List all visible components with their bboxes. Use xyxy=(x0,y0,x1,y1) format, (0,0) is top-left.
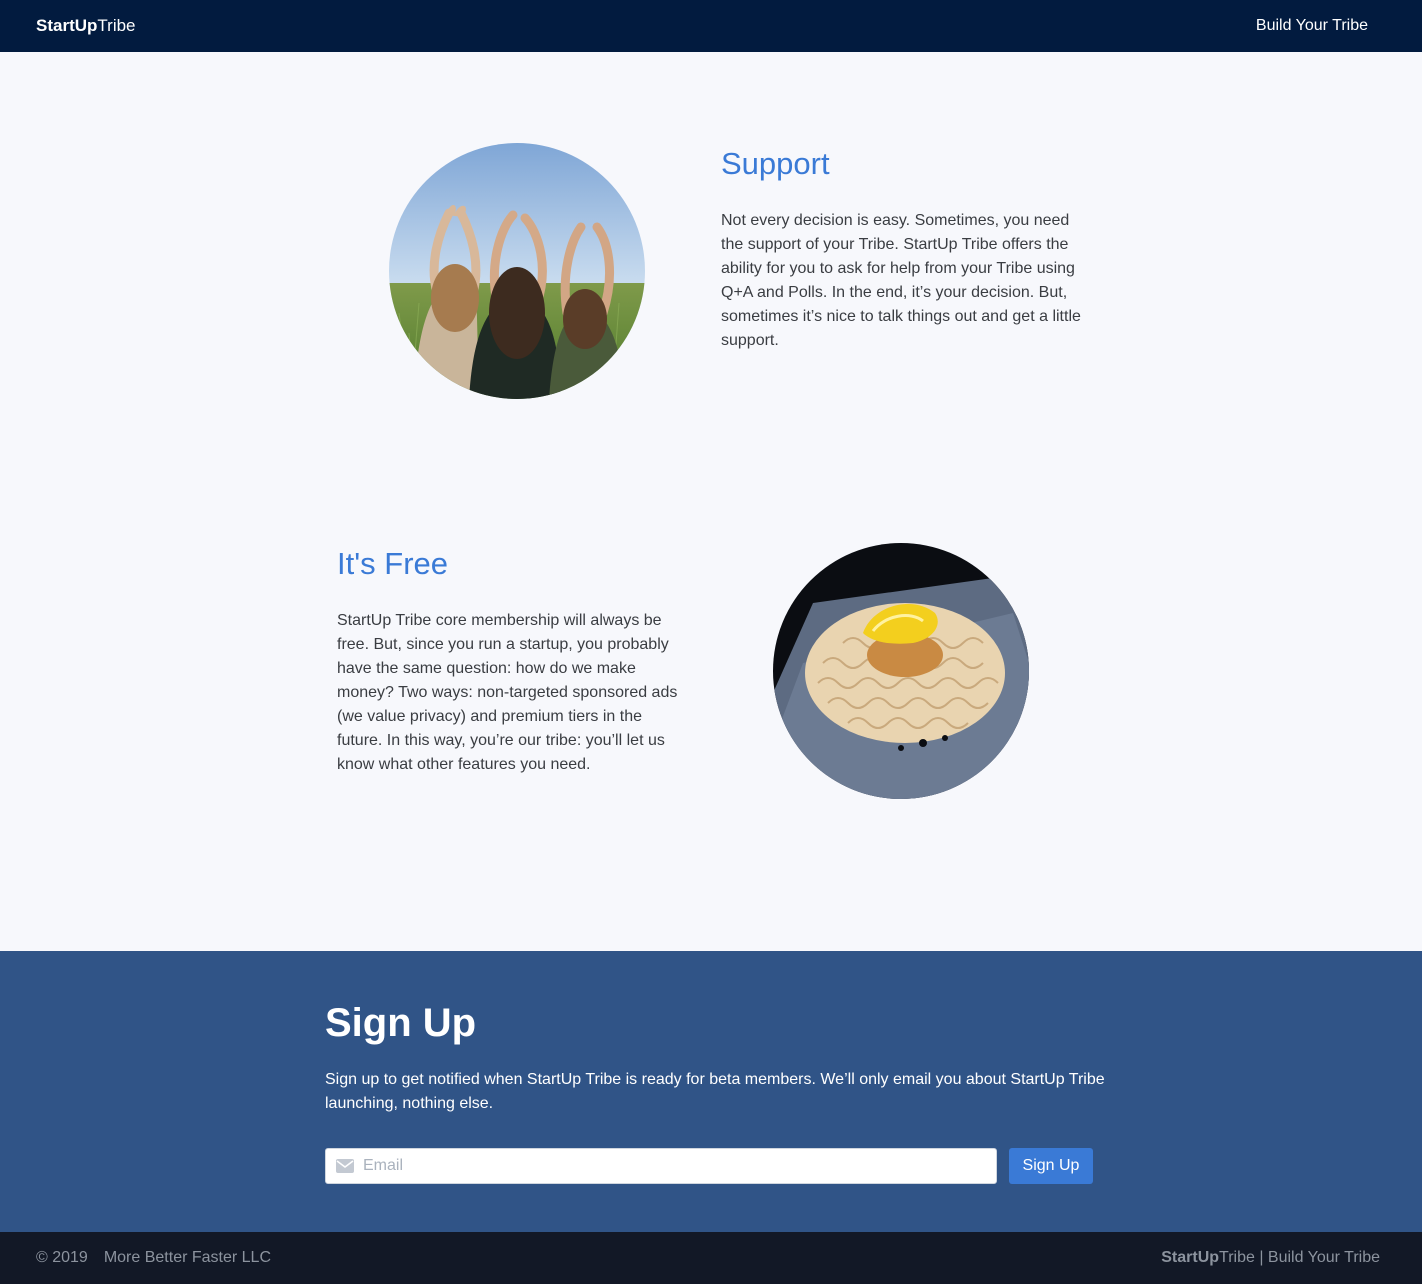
brand-rest-text: Tribe xyxy=(97,16,136,35)
free-feature: It's Free StartUp Tribe core membership … xyxy=(337,544,689,777)
footer-brand-rest: Tribe xyxy=(1219,1249,1255,1266)
footer-brand-bold: StartUp xyxy=(1161,1249,1220,1266)
footer-right: StartUpTribe | Build Your Tribe xyxy=(1161,1249,1380,1267)
page-footer: © 2019 More Better Faster LLC StartUpTrib… xyxy=(0,1232,1422,1284)
signup-description: Sign up to get notified when StartUp Tri… xyxy=(325,1071,1105,1112)
envelope-icon xyxy=(336,1159,354,1173)
signup-title: Sign Up xyxy=(325,1001,477,1045)
brand-bold-text: StartUp xyxy=(36,16,98,35)
brand-logo-link[interactable]: StartUpTribe xyxy=(36,16,136,36)
friends-heart-hands-image xyxy=(389,143,645,399)
copyright-text: © 2019 xyxy=(36,1249,88,1266)
support-feature: Support Not every decision is easy. Some… xyxy=(721,144,1081,353)
support-description: Not every decision is easy. Sometimes, y… xyxy=(721,212,1081,349)
free-description: StartUp Tribe core membership will alway… xyxy=(337,612,678,773)
footer-separator: | xyxy=(1254,1249,1268,1266)
email-input[interactable] xyxy=(363,1149,996,1183)
footer-tagline: Build Your Tribe xyxy=(1267,1249,1380,1266)
free-title: It's Free xyxy=(337,546,448,581)
support-title: Support xyxy=(721,146,830,181)
company-name: More Better Faster LLC xyxy=(103,1249,271,1266)
top-navbar: StartUpTribe Build Your Tribe xyxy=(0,0,1422,52)
email-field[interactable] xyxy=(325,1148,997,1184)
nav-build-your-tribe-link[interactable]: Build Your Tribe xyxy=(1256,17,1368,35)
noodle-dish-image xyxy=(773,543,1029,799)
signup-section: Sign Up Sign up to get notified when Sta… xyxy=(0,951,1422,1232)
signup-button[interactable]: Sign Up xyxy=(1009,1148,1093,1184)
footer-left: © 2019 More Better Faster LLC xyxy=(36,1249,271,1267)
